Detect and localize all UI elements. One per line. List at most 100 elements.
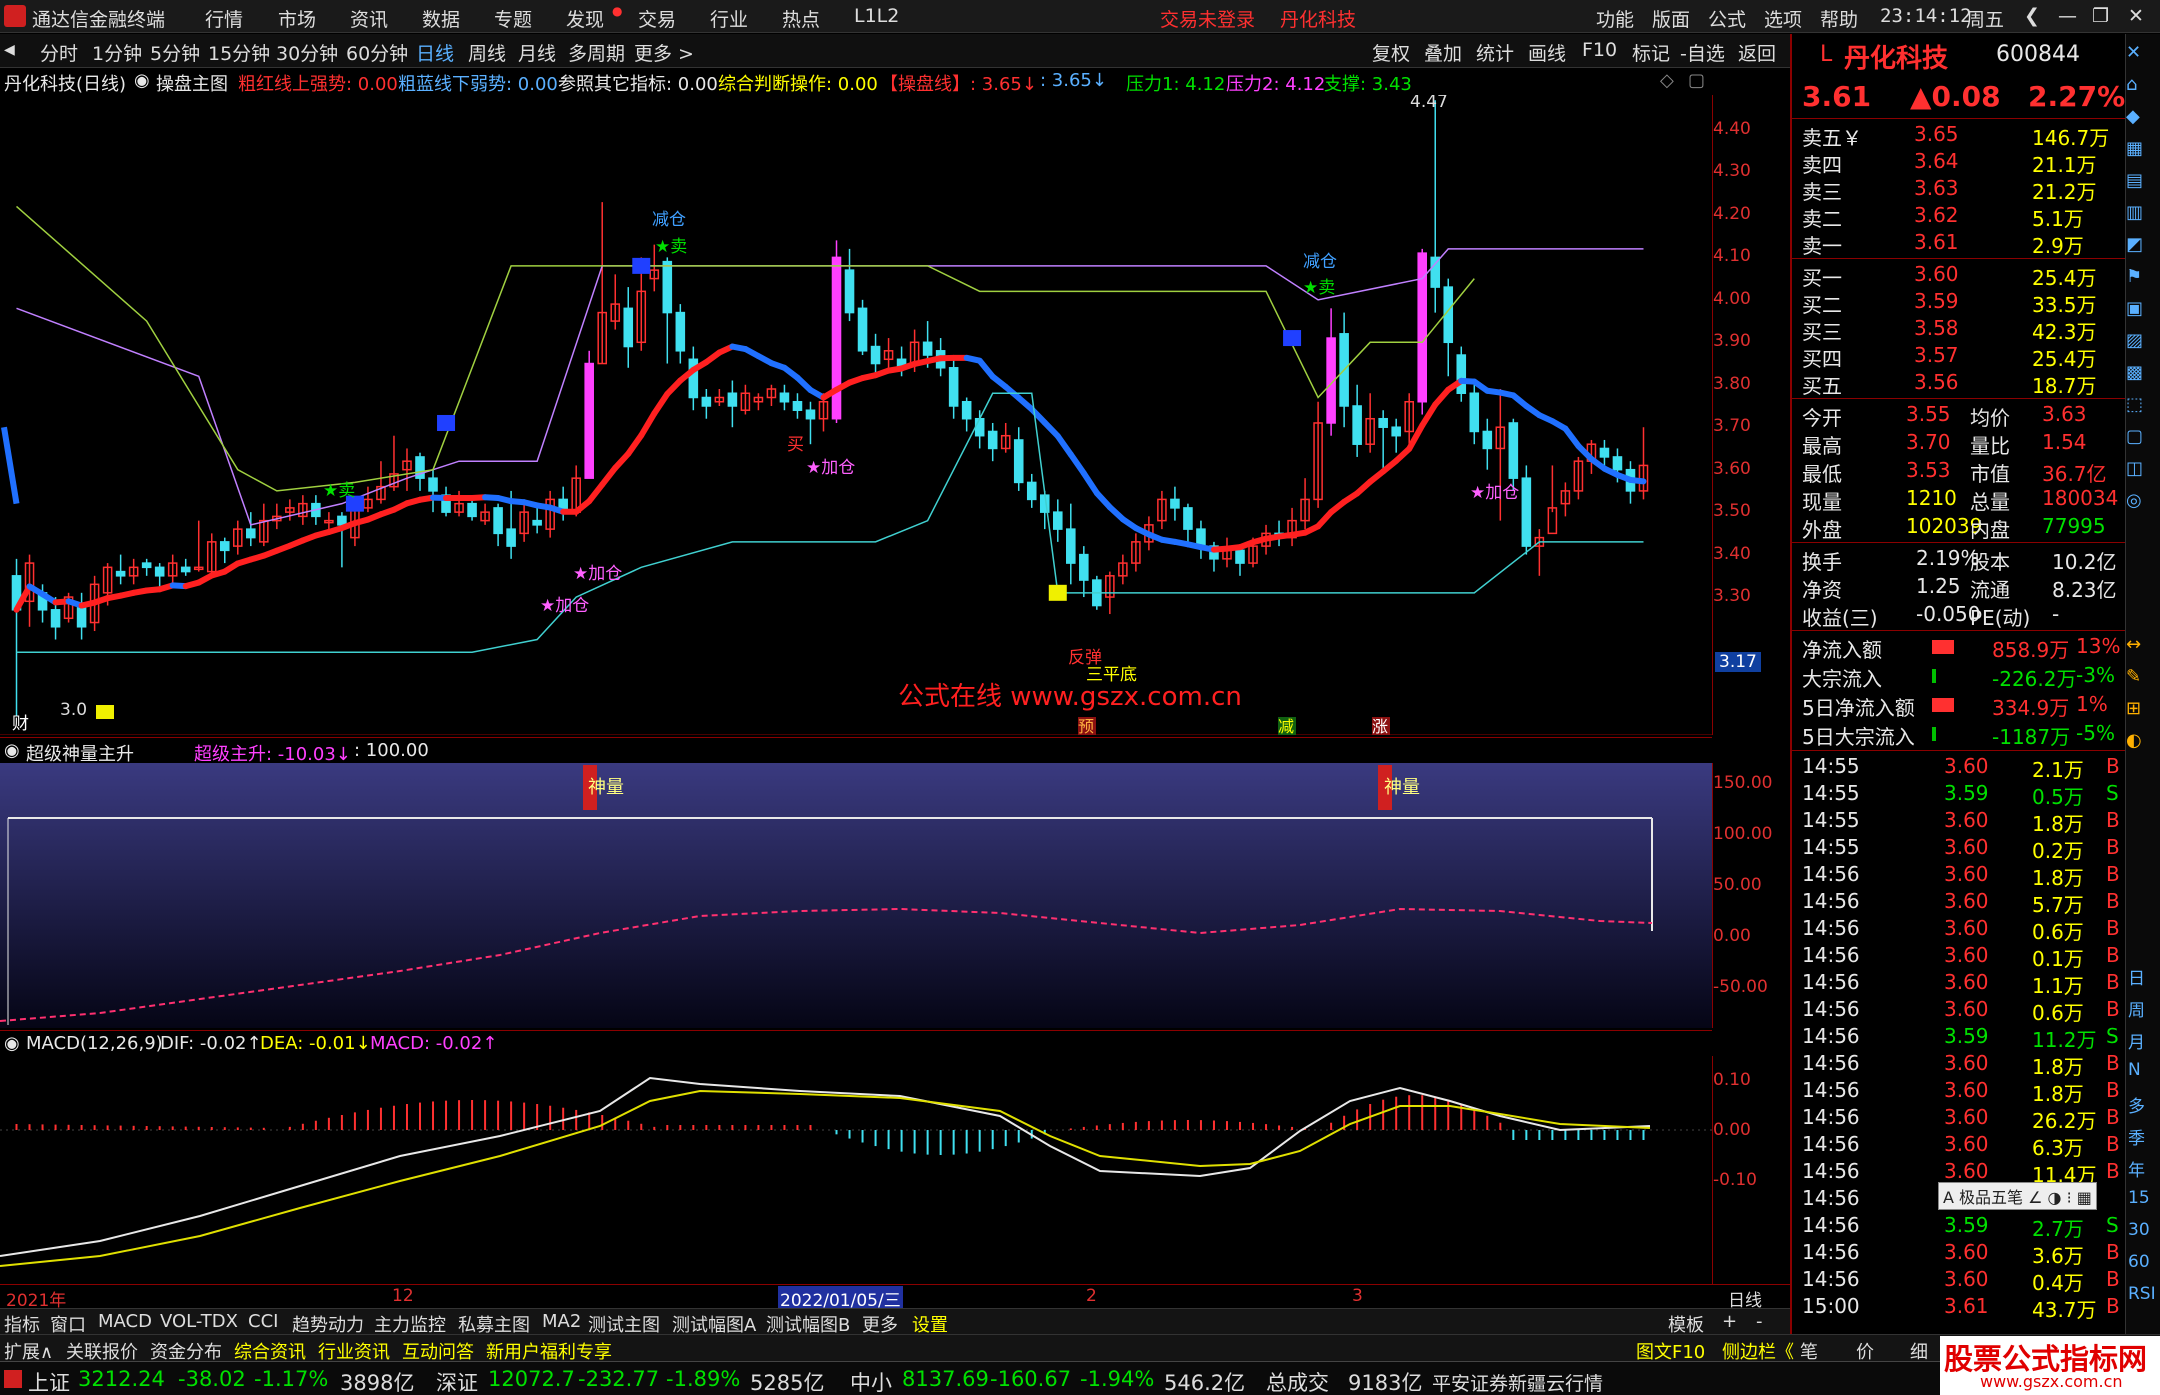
menu-l1l2[interactable]: L1L2 [854,5,899,27]
bid-volume: 33.5万 [2032,293,2097,317]
tab-vol-tdx[interactable]: VOL-TDX [160,1311,238,1332]
collapse-icon[interactable]: ◀ [4,42,15,58]
period-15min[interactable]: 15分钟 [208,39,270,66]
tool-biaoji[interactable]: 标记 [1632,39,1670,66]
menu-redian[interactable]: 热点 [782,5,820,32]
menu-faxian[interactable]: 发现 [566,5,604,32]
indicator1-info: ◉ 超级神量主升 超级主升: -10.03↓ : 100.00 [0,737,1712,765]
period-1min[interactable]: 1分钟 [92,39,142,66]
zx-value: 8137.69 [902,1367,989,1391]
ma-line-segment [586,481,606,505]
side-tool-icon[interactable]: ⌂ [2126,74,2137,95]
zoom-in-button[interactable]: + [1722,1311,1737,1332]
menu-jiaoyi[interactable]: 交易 [638,5,676,32]
diamond-icon[interactable]: ◇ [1660,70,1674,91]
side-period-8[interactable]: 30 [2128,1220,2150,1240]
tick-time: 14:56 [1802,1240,1860,1264]
tick-price: 3.60 [1944,889,1989,913]
menu-bangzhu[interactable]: 帮助 [1820,5,1858,32]
side-draw-icon[interactable]: ↔ [2126,634,2141,655]
zx-label[interactable]: 中小 [850,1367,892,1395]
side-period-9[interactable]: 60 [2128,1252,2150,1272]
menu-zhuanti[interactable]: 专题 [494,5,532,32]
side-tool-icon[interactable]: ◫ [2126,458,2143,479]
price-tick: 4.10 [1713,246,1751,267]
login-status[interactable]: 交易未登录 [1160,5,1255,32]
side-period-4[interactable]: 多 [2128,1092,2145,1117]
period-week[interactable]: 周线 [468,39,506,66]
side-tool-icon[interactable]: ◎ [2126,490,2142,511]
minimize-icon[interactable]: — [2058,5,2077,27]
tab-cci[interactable]: CCI [248,1311,278,1332]
zoom-out-button[interactable]: - [1756,1311,1763,1332]
divider [1792,258,2127,259]
stat-label: 现量 [1802,490,1842,514]
side-period-6[interactable]: 年 [2128,1156,2145,1181]
tool-diejia[interactable]: 叠加 [1424,39,1462,66]
main-indicator-name[interactable]: 操盘主图 [156,70,228,96]
side-tool-icon[interactable]: ▤ [2126,170,2143,191]
kline-chart[interactable]: 4.47 3.0 财 减仓 ★卖 减仓 ★卖 ★卖 ★加仓 ★加仓 买 ★加仓 … [0,95,1712,735]
back-icon[interactable]: ❮ [2024,5,2040,27]
side-period-0[interactable]: 日 [2128,964,2145,989]
shenliang-chart[interactable]: 神量 神量 [0,763,1712,1028]
side-draw-icon[interactable]: ◐ [2126,730,2142,751]
period-fenshi[interactable]: 分时 [40,39,78,66]
side-period-7[interactable]: 15 [2128,1188,2150,1208]
menu-hangqing[interactable]: 行情 [205,5,243,32]
period-day[interactable]: 日线 [416,39,454,66]
menu-shichang[interactable]: 市场 [278,5,316,32]
settings-dot-icon-3[interactable]: ◉ [4,1033,20,1054]
side-draw-icon[interactable]: ✎ [2126,666,2141,687]
side-tool-icon[interactable]: ▥ [2126,202,2143,223]
tab-macd[interactable]: MACD [98,1311,152,1332]
tool-fanhui[interactable]: 返回 [1738,39,1776,66]
side-period-2[interactable]: 月 [2128,1028,2145,1053]
menu-gongshi[interactable]: 公式 [1708,5,1746,32]
menu-hangye[interactable]: 行业 [710,5,748,32]
ime-bar[interactable]: A 极品五笔 ∠ ◑ ⁝ ▦ [1938,1182,2097,1210]
side-tool-icon[interactable]: ◩ [2126,234,2143,255]
tab-ma2[interactable]: MA2 [542,1311,581,1332]
period-60min[interactable]: 60分钟 [346,39,408,66]
menu-xuanxiang[interactable]: 选项 [1764,5,1802,32]
side-tool-icon[interactable]: ⬚ [2126,394,2143,415]
side-tool-icon[interactable]: ✕ [2126,42,2141,63]
menu-banmian[interactable]: 版面 [1652,5,1690,32]
side-period-10[interactable]: RSI [2128,1284,2156,1304]
side-draw-icon[interactable]: ⊞ [2126,698,2141,719]
tool-tongji[interactable]: 统计 [1476,39,1514,66]
period-multi[interactable]: 多周期 [568,39,625,66]
side-tool-icon[interactable]: ▣ [2126,298,2143,319]
box-icon[interactable]: ▢ [1688,70,1705,91]
menu-gongneng[interactable]: 功能 [1596,5,1634,32]
side-tool-icon[interactable]: ▨ [2126,330,2143,351]
tool-f10[interactable]: F10 [1582,39,1617,61]
side-tool-icon[interactable]: ⚑ [2126,266,2142,287]
tool-huaxian[interactable]: 画线 [1528,39,1566,66]
restore-icon[interactable]: ❐ [2092,5,2109,27]
side-tool-icon[interactable]: ▢ [2126,426,2143,447]
settings-dot-icon-2[interactable]: ◉ [4,740,20,761]
tick-volume: 0.4万 [2032,1271,2084,1295]
settings-dot-icon[interactable]: ◉ [134,70,150,91]
close-icon[interactable]: ✕ [2128,5,2144,27]
macd-name[interactable]: MACD(12,26,9) [26,1033,163,1054]
sz-label[interactable]: 深证 [436,1367,478,1395]
period-30min[interactable]: 30分钟 [276,39,338,66]
tool-zixuan[interactable]: -自选 [1680,39,1725,66]
side-period-1[interactable]: 周 [2128,996,2145,1021]
menu-shuju[interactable]: 数据 [422,5,460,32]
side-tool-icon[interactable]: ▦ [2126,138,2143,159]
side-period-5[interactable]: 季 [2128,1124,2145,1149]
side-tool-icon[interactable]: ◆ [2126,106,2140,127]
macd-chart[interactable] [0,1056,1712,1284]
tool-fuquan[interactable]: 复权 [1372,39,1410,66]
period-more[interactable]: 更多 > [634,39,694,66]
sh-label[interactable]: 上证 [28,1367,70,1395]
side-period-3[interactable]: N [2128,1060,2141,1080]
side-tool-icon[interactable]: ▩ [2126,362,2143,383]
menu-zixun[interactable]: 资讯 [350,5,388,32]
period-5min[interactable]: 5分钟 [150,39,200,66]
period-month[interactable]: 月线 [518,39,556,66]
